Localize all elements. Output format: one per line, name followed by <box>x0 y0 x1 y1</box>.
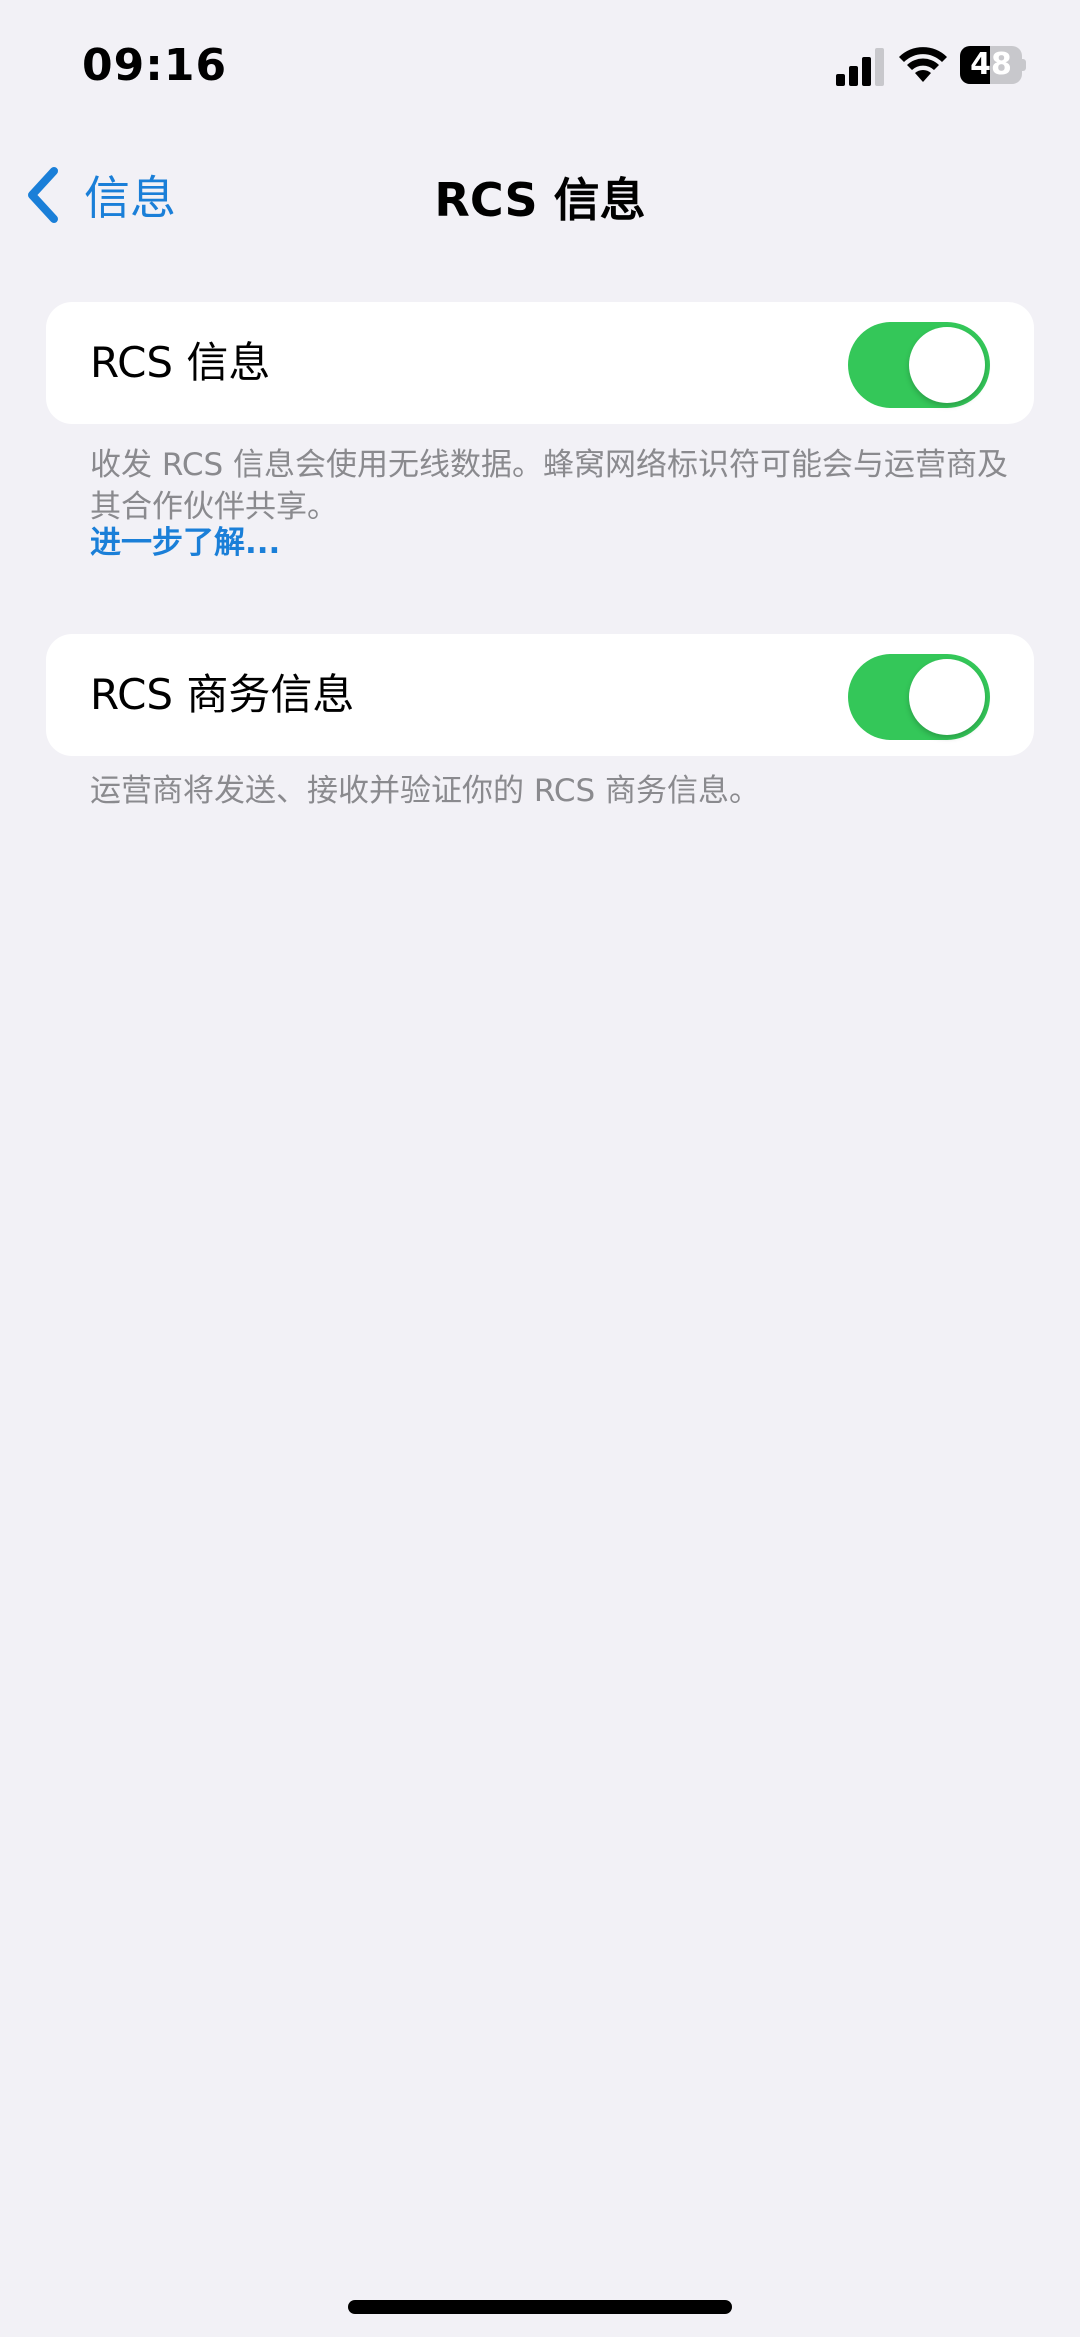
rcs-business-row: RCS 商务信息 <box>46 634 1034 756</box>
toggle-knob <box>909 659 985 735</box>
battery-cap <box>1022 59 1026 71</box>
rcs-messaging-toggle[interactable] <box>848 322 990 408</box>
status-bar: 09:16 48 <box>0 0 1080 130</box>
battery-icon: 48 <box>960 46 1026 84</box>
home-indicator[interactable] <box>348 2300 732 2314</box>
rcs-messaging-label: RCS 信息 <box>90 338 271 387</box>
rcs-messaging-footer: 收发 RCS 信息会使用无线数据。蜂窝网络标识符可能会与运营商及其合作伙伴共享。 <box>90 447 1009 525</box>
battery-body: 48 <box>960 46 1022 84</box>
wifi-icon <box>899 47 947 82</box>
battery-level: 48 <box>970 47 1012 82</box>
rcs-business-footer: 运营商将发送、接收并验证你的 RCS 商务信息。 <box>90 773 761 809</box>
status-time: 09:16 <box>82 40 228 91</box>
rcs-business-toggle[interactable] <box>848 654 990 740</box>
nav-bar: 信息 RCS 信息 <box>0 130 1080 250</box>
signal-icon <box>836 48 884 86</box>
rcs-business-label: RCS 商务信息 <box>90 670 355 719</box>
rcs-messaging-row: RCS 信息 <box>46 302 1034 424</box>
screen: 09:16 48 信息 RCS 信息 RCS 信息 收发 RCS 信息会使用无线… <box>0 0 1080 2337</box>
page-title: RCS 信息 <box>434 173 646 227</box>
learn-more-link[interactable]: 进一步了解... <box>90 522 280 564</box>
toggle-knob <box>909 327 985 403</box>
